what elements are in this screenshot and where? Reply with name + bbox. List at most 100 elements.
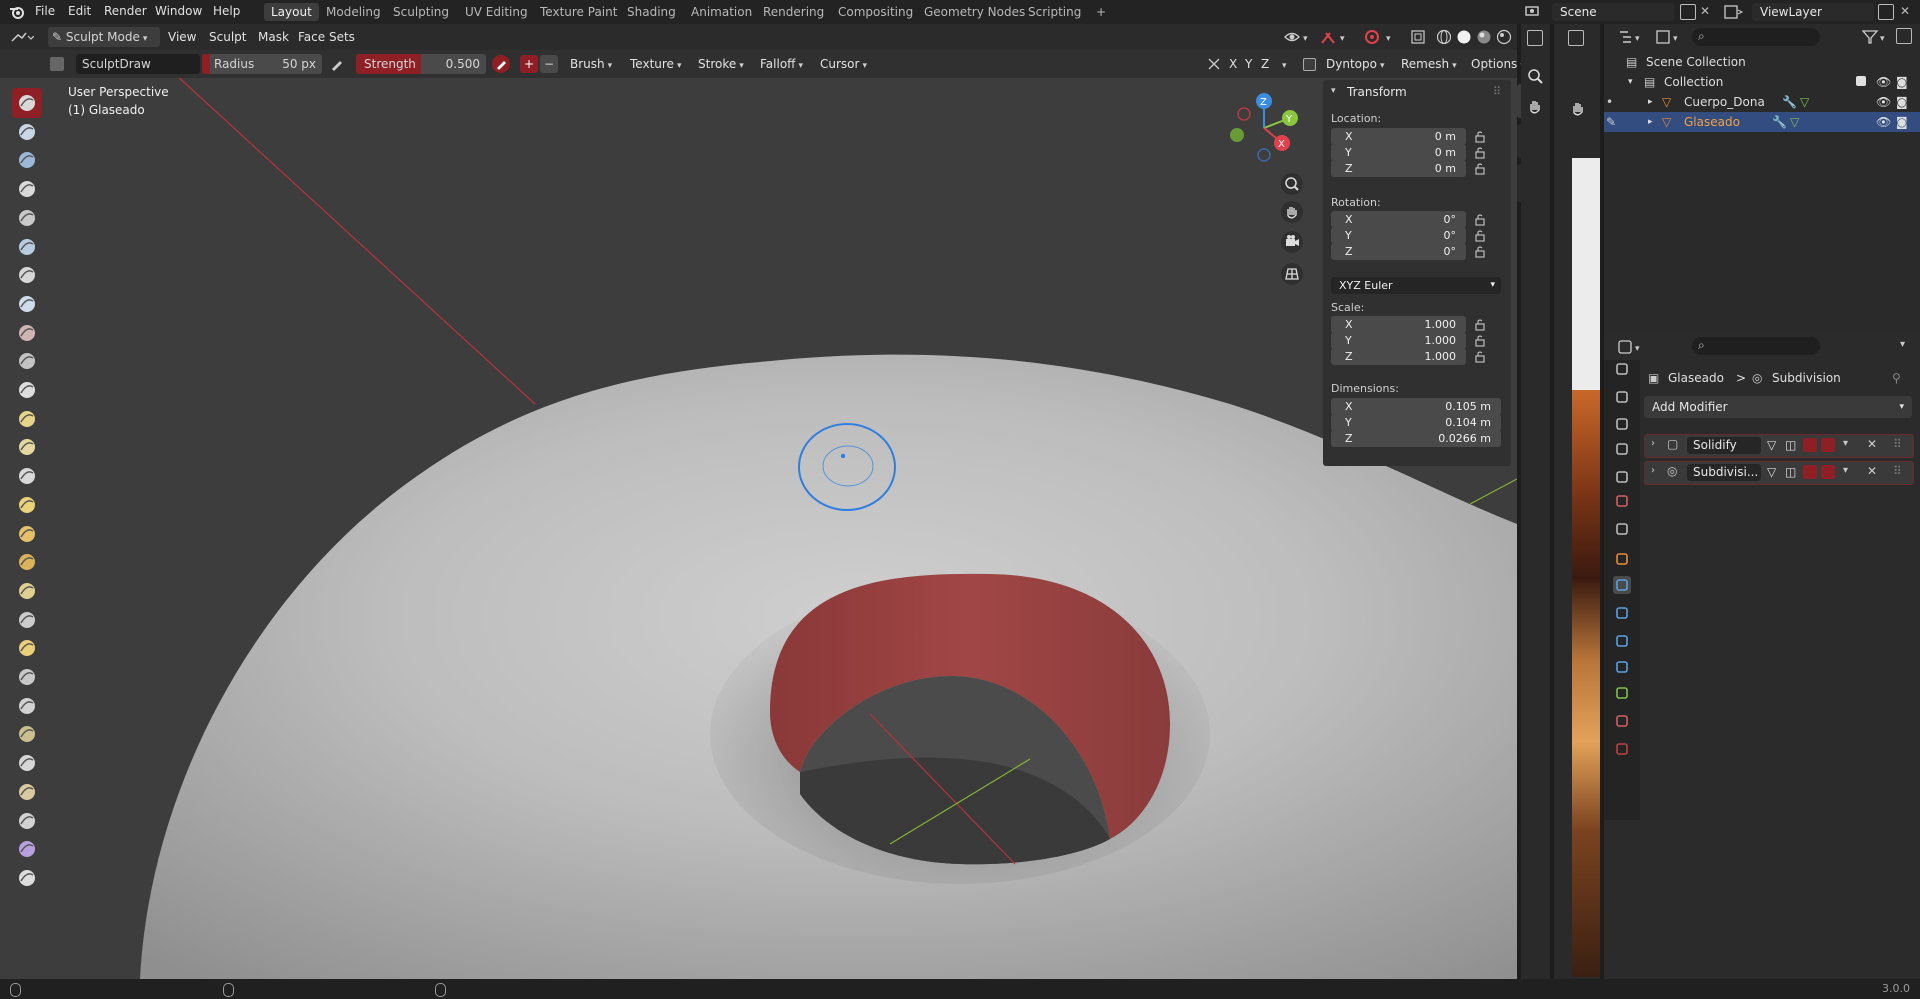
eye-icon[interactable]: 👁 [1876,72,1891,92]
gizmo-toggle-icon[interactable]: ▾ [1320,29,1352,45]
lock-icon[interactable] [1473,245,1487,259]
tool-draw-button[interactable] [12,88,42,118]
brush-dropdown[interactable]: Brush ▾ [570,57,612,71]
tool-thumb-button[interactable] [12,605,42,635]
mesh-data-icon[interactable]: ▽ [1800,92,1809,112]
properties-tab-world[interactable] [1613,492,1631,510]
editor-type-icon[interactable] [1568,30,1584,46]
tab-geometry-nodes[interactable]: Geometry Nodes [917,3,1032,21]
properties-tab-tool[interactable] [1613,360,1631,378]
modifier-name-field[interactable]: Solidify [1687,437,1761,454]
collapse-chevron-icon[interactable]: ▾ [1331,86,1336,96]
shading-solid-icon[interactable] [1456,29,1472,45]
chevron-down-icon[interactable]: ▾ [1279,57,1287,71]
modifier-panel[interactable]: › ◎ Subdivisi... ▽ ◫ ▾ ✕ ⠿ [1644,461,1914,485]
brush-thumbnail-icon[interactable] [50,57,64,71]
modifier-name-field[interactable]: Subdivisi... [1687,464,1761,481]
new-scene-icon[interactable] [1680,4,1696,20]
direction-subtract-button[interactable]: − [540,55,558,73]
outliner-row-object[interactable]: • ▸ ▽ Cuerpo_Dona 🔧 ▽ 👁 ◙ [1604,92,1920,112]
properties-tab-texture[interactable] [1613,740,1631,758]
tool-elastic-deform-button[interactable] [12,547,42,577]
tool-multiplane-scrape-button[interactable] [12,461,42,491]
properties-editor-icon[interactable]: ▾ [1618,339,1646,355]
dimensions-z-field[interactable]: Z 0.0266 m [1331,430,1501,447]
tool-fill-button[interactable] [12,404,42,434]
tab-animation[interactable]: Animation [684,3,759,21]
add-workspace-button[interactable]: + [1089,3,1113,21]
dyntopo-checkbox[interactable] [1303,58,1316,71]
tool-pinch-button[interactable] [12,490,42,520]
tab-sculpting[interactable]: Sculpting [386,3,456,21]
eye-icon[interactable]: 👁 [1876,92,1891,112]
drag-handle-icon[interactable]: ⠿ [1893,464,1902,478]
properties-tab-data[interactable] [1613,684,1631,702]
transform-title[interactable]: Transform [1347,85,1407,99]
strength-slider[interactable]: Strength 0.500 [356,54,486,74]
view-layer-selector[interactable]: ViewLayer [1752,3,1874,21]
rotation-mode-select[interactable]: XYZ Euler ▾ [1331,277,1501,294]
properties-tab-modifier[interactable] [1613,576,1631,594]
outliner-editor-icon[interactable]: ▾ [1618,29,1646,45]
falloff-dropdown[interactable]: Falloff ▾ [760,57,803,71]
lock-icon[interactable] [1473,162,1487,176]
render-camera-icon[interactable] [1821,438,1835,452]
rotation-z-field[interactable]: Z 0° [1331,243,1466,260]
view-layer-icon[interactable] [1724,4,1744,20]
editor-type-icon[interactable] [1527,30,1543,46]
close-icon[interactable]: ✕ [1867,464,1877,478]
tab-layout[interactable]: Layout [264,3,319,21]
exclude-checkbox[interactable] [1856,76,1866,86]
navigation-gizmo[interactable]: Z Y X [1222,88,1302,168]
symmetry-x-toggle[interactable]: X [1229,57,1237,71]
remove-view-layer-icon[interactable]: ✕ [1900,4,1910,18]
dimensions-y-field[interactable]: Y 0.104 m [1331,414,1501,431]
camera-icon[interactable]: ◙ [1896,112,1908,132]
new-collection-icon[interactable] [1896,28,1912,44]
on-cage-icon[interactable]: ▽ [1767,465,1776,479]
remove-scene-icon[interactable]: ✕ [1700,4,1710,18]
radius-slider[interactable]: Radius 50 px [202,54,322,74]
pan-hand-icon[interactable] [1280,200,1304,224]
chevron-down-icon[interactable]: ▾ [1843,438,1848,449]
properties-tab-scene[interactable] [1613,468,1631,486]
symmetry-y-toggle[interactable]: Y [1245,57,1252,71]
tool-cloth-button[interactable] [12,777,42,807]
scale-y-field[interactable]: Y 1.000 [1331,332,1466,349]
strength-pressure-icon[interactable] [492,55,510,73]
viewport-display-icon[interactable] [1803,465,1817,479]
properties-tab-constraints[interactable] [1613,658,1631,676]
menu-face-sets[interactable]: Face Sets [298,30,355,44]
tool-nudge-button[interactable] [12,662,42,692]
blender-logo-icon[interactable] [8,3,26,21]
cursor-dropdown[interactable]: Cursor ▾ [820,57,867,71]
expand-chevron-icon[interactable]: ▸ [1648,112,1653,132]
lock-icon[interactable] [1473,146,1487,160]
tool-clay-strips-button[interactable] [12,174,42,204]
tool-layer-button[interactable] [12,232,42,262]
menu-help[interactable]: Help [213,4,240,18]
expand-chevron-icon[interactable]: › [1651,465,1655,476]
new-view-layer-icon[interactable] [1878,4,1894,20]
properties-tab-material[interactable] [1613,712,1631,730]
tab-shading[interactable]: Shading [620,3,683,21]
chevron-down-icon[interactable]: ▾ [1900,339,1905,350]
pin-icon[interactable]: ⚲ [1892,368,1901,388]
menu-render[interactable]: Render [104,4,147,18]
tab-compositing[interactable]: Compositing [831,3,920,21]
lock-icon[interactable] [1473,350,1487,364]
tool-mask-button[interactable] [12,834,42,864]
tool-inflate-button[interactable] [12,260,42,290]
edit-mode-icon[interactable]: ◫ [1785,438,1796,452]
properties-tab-physics[interactable] [1613,632,1631,650]
outliner-row-object[interactable]: ✎ ▸ ▽ Glaseado 🔧 ▽ 👁 ◙ [1604,112,1920,132]
lock-icon[interactable] [1473,213,1487,227]
close-icon[interactable]: ✕ [1867,437,1877,451]
tab-modeling[interactable]: Modeling [319,3,388,21]
tool-scrape-button[interactable] [12,432,42,462]
eye-icon[interactable]: 👁 [1876,112,1891,132]
tab-rendering[interactable]: Rendering [756,3,831,21]
modifier-wrench-icon[interactable]: 🔧 [1772,112,1787,132]
tab-uv-editing[interactable]: UV Editing [458,3,535,21]
gizmo-neg-x-axis[interactable] [1237,107,1251,121]
